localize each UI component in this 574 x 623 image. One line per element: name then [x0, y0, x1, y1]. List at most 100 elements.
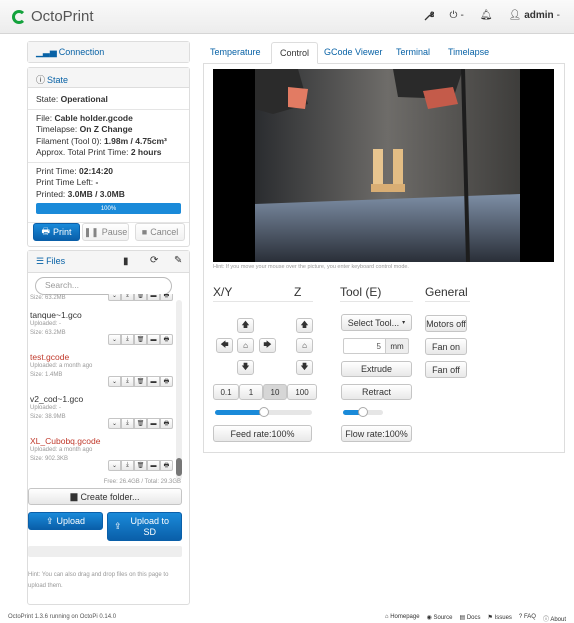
jog-x-minus-button[interactable]: 🡄 [216, 338, 233, 353]
print-file-button[interactable]: 🖶︎ [160, 460, 173, 471]
tab-gcode-viewer[interactable]: GCode Viewer [324, 42, 382, 64]
tab-timelapse[interactable]: Timelapse [448, 42, 489, 64]
file-entry[interactable]: tanque~1.gco Uploaded: - Size: 63.2MB ⌄ … [30, 310, 175, 350]
upload-button[interactable]: ⇪ Upload [28, 512, 103, 530]
jog-z-plus-button[interactable]: 🡅 [296, 318, 313, 333]
settings-wrench-icon[interactable] [424, 11, 434, 21]
home-xy-button[interactable]: ⌂ [237, 338, 254, 353]
step-10-button[interactable]: 10 [263, 384, 287, 400]
question-icon: ? [518, 614, 523, 620]
retract-button[interactable]: Retract [341, 384, 412, 400]
fan-off-button[interactable]: Fan off [425, 361, 467, 378]
notification-bell-icon[interactable]: 🔔︎ [480, 10, 493, 21]
refresh-icon[interactable]: ⟳ [150, 255, 158, 266]
feed-rate-slider[interactable] [215, 407, 312, 417]
tab-temperature[interactable]: Temperature [210, 42, 261, 64]
delete-file-button[interactable]: 🗑︎ [134, 294, 147, 301]
print-button[interactable]: 🖶︎ Print [33, 223, 80, 241]
brand[interactable]: OctoPrint [12, 8, 94, 25]
caret-down-icon: ▾ [402, 320, 406, 326]
delete-file-button[interactable]: 🗑︎ [134, 418, 147, 429]
cancel-button[interactable]: ■ Cancel [135, 223, 185, 241]
move-file-button[interactable]: ▬ [147, 460, 160, 471]
file-menu-button[interactable]: ⌄ [108, 334, 121, 345]
select-tool-dropdown[interactable]: Select Tool... ▾ [341, 314, 412, 331]
move-file-button[interactable]: ▬ [147, 376, 160, 387]
load-file-button[interactable]: ⤓ [121, 376, 134, 387]
system-menu[interactable]: ⏻ - [450, 10, 464, 21]
sd-card-icon[interactable]: ▮ [123, 256, 129, 267]
home-z-button[interactable]: ⌂ [296, 338, 313, 353]
step-100-button[interactable]: 100 [287, 384, 317, 400]
step-1-button[interactable]: 1 [239, 384, 263, 400]
extrude-button[interactable]: Extrude [341, 361, 412, 377]
print-file-button[interactable]: 🖶︎ [160, 418, 173, 429]
load-file-button[interactable]: ⤓ [121, 294, 134, 301]
file-entry-partial[interactable]: Size: 63.2MB ⌄ ⤓ 🗑︎ ▬ 🖶︎ [30, 294, 175, 302]
jog-y-minus-button[interactable]: 🡇 [237, 360, 254, 375]
load-file-button[interactable]: ⤓ [121, 460, 134, 471]
book-icon: ▤ [459, 615, 466, 621]
delete-file-button[interactable]: 🗑︎ [134, 334, 147, 345]
footer-link-docs[interactable]: ▤ Docs [460, 614, 481, 623]
connection-title: Connection [58, 47, 105, 57]
files-title[interactable]: Files [46, 256, 65, 266]
upload-sd-button[interactable]: ⇪ Upload to SD [107, 512, 182, 541]
file-list-scroll-thumb[interactable] [176, 458, 182, 476]
webcam-stream[interactable] [213, 69, 554, 262]
fan-on-button[interactable]: Fan on [425, 338, 467, 355]
extrude-amount-input[interactable]: 5 [343, 338, 386, 354]
file-search-input[interactable]: Search... [35, 277, 172, 295]
delete-file-button[interactable]: 🗑︎ [134, 460, 147, 471]
file-menu-button[interactable]: ⌄ [108, 376, 121, 387]
list-icon: ☰ [36, 256, 45, 266]
jog-z-minus-button[interactable]: 🡇 [296, 360, 313, 375]
create-folder-button[interactable]: ▆ Create folder... [28, 488, 182, 505]
step-0.1-button[interactable]: 0.1 [213, 384, 239, 400]
footer-link-homepage[interactable]: ⌂ Homepage [385, 614, 420, 623]
state-header[interactable]: ⓘ State [28, 68, 189, 88]
approx-time-label: Approx. Total Print Time: [36, 147, 129, 157]
flow-rate-knob[interactable] [358, 407, 368, 417]
flow-rate-button[interactable]: Flow rate:100% [341, 425, 412, 442]
footer-link-issues[interactable]: ⚑ Issues [488, 614, 512, 623]
upload-icon: ⇪ [45, 515, 54, 526]
file-menu-button[interactable]: ⌄ [108, 294, 121, 301]
file-entry[interactable]: XL_Cubobq.gcode Uploaded: a month ago Si… [30, 436, 175, 476]
move-file-button[interactable]: ▬ [147, 294, 160, 301]
load-file-button[interactable]: ⤓ [121, 334, 134, 345]
load-file-button[interactable]: ⤓ [121, 418, 134, 429]
connection-header[interactable]: ▁▃▅ Connection [28, 42, 189, 62]
pause-button[interactable]: ❚❚ Pause [82, 223, 129, 241]
delete-file-button[interactable]: 🗑︎ [134, 376, 147, 387]
tab-control[interactable]: Control [271, 42, 319, 64]
flow-rate-slider[interactable] [343, 407, 383, 417]
tab-terminal[interactable]: Terminal [396, 42, 430, 64]
print-file-button[interactable]: 🖶︎ [160, 376, 173, 387]
feed-rate-button[interactable]: Feed rate:100% [213, 425, 312, 442]
feed-rate-knob[interactable] [258, 407, 269, 417]
print-time-label: Print Time: [36, 165, 77, 176]
power-icon: ⏻ [449, 10, 458, 21]
user-menu[interactable]: 👤︎ admin - [509, 10, 561, 21]
file-list-scrollbar[interactable] [176, 300, 182, 480]
print-file-button[interactable]: 🖶︎ [160, 334, 173, 345]
file-menu-button[interactable]: ⌄ [108, 418, 121, 429]
footer-link-faq[interactable]: ? FAQ [519, 614, 536, 623]
file-uploaded: Uploaded: - [30, 405, 62, 411]
file-entry[interactable]: test.gcode Uploaded: a month ago Size: 1… [30, 352, 175, 392]
file-entry[interactable]: v2_cod~1.gco Uploaded: - Size: 38.9MB ⌄ … [30, 394, 175, 434]
footer-link-about[interactable]: ⓘ About [543, 614, 566, 623]
footer-link-source[interactable]: ◉ Source [427, 614, 453, 623]
file-menu-button[interactable]: ⌄ [108, 460, 121, 471]
print-file-button[interactable]: 🖶︎ [160, 294, 173, 301]
wrench-icon[interactable]: ✎ [174, 255, 182, 266]
motors-off-button[interactable]: Motors off [425, 315, 467, 332]
upload-sd-label: Upload to SD [130, 515, 170, 537]
move-file-button[interactable]: ▬ [147, 418, 160, 429]
printed-label: Printed: [36, 188, 66, 199]
jog-x-plus-button[interactable]: 🡆 [259, 338, 276, 353]
jog-y-plus-button[interactable]: 🡅 [237, 318, 254, 333]
move-file-button[interactable]: ▬ [147, 334, 160, 345]
arrow-up-icon: 🡅 [241, 319, 250, 329]
